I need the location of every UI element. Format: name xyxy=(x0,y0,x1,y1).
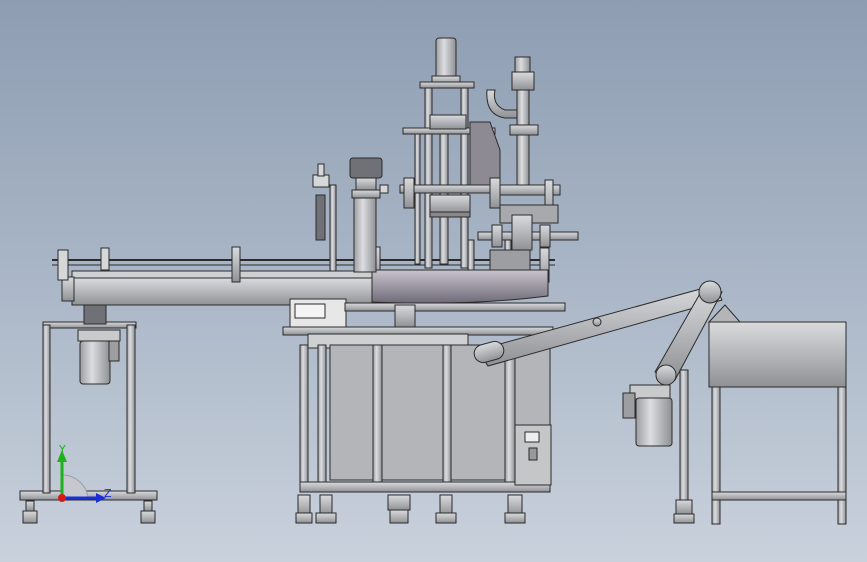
cabinet-body xyxy=(299,344,552,493)
left-post xyxy=(312,163,337,272)
coordinate-triad: Y Z xyxy=(57,443,112,503)
left-drive-motor xyxy=(77,301,121,385)
z-axis-label: Z xyxy=(104,487,112,500)
y-axis-label: Y xyxy=(58,443,66,456)
capping-head xyxy=(349,157,389,273)
filling-machine-drawing: Y Z xyxy=(19,37,847,525)
right-hopper-stand xyxy=(707,304,847,525)
origin-point xyxy=(58,494,66,502)
turret-disc xyxy=(371,269,549,304)
cabinet-feet xyxy=(295,494,526,524)
arm-motor xyxy=(622,369,695,524)
cad-viewport[interactable]: Y Z xyxy=(0,0,867,562)
